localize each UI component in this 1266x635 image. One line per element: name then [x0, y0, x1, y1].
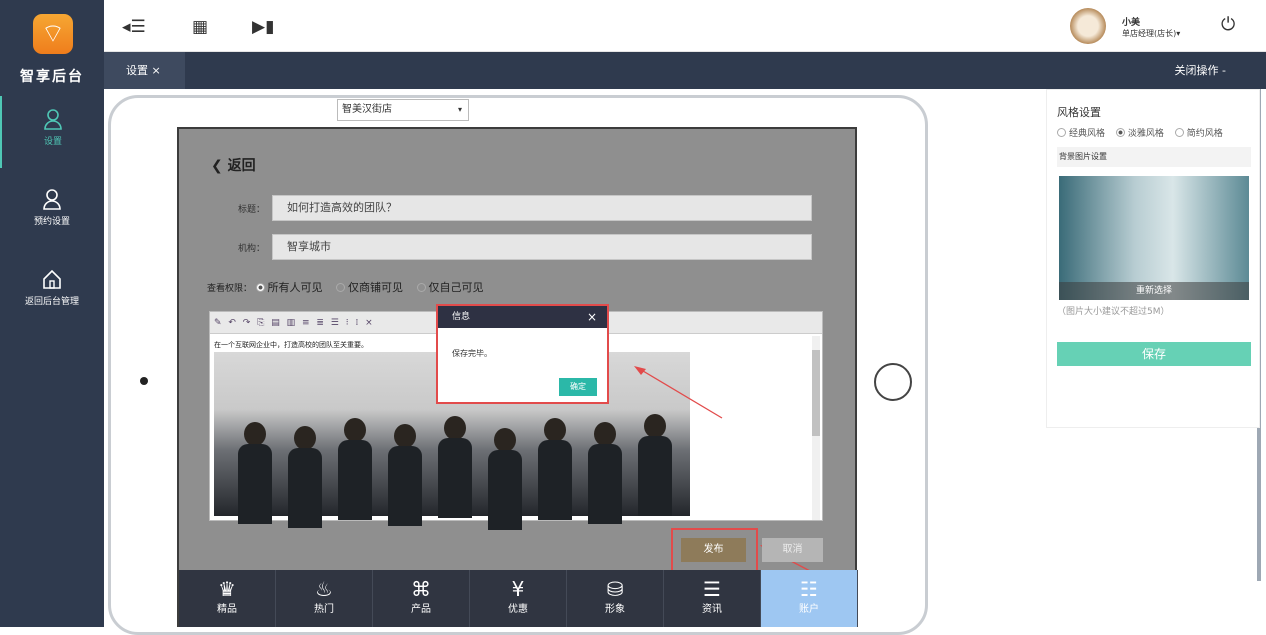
user-icon — [43, 189, 61, 210]
store-select-value: 智美汉街店 — [342, 104, 392, 115]
sidebar-item-label: 返回后台管理 — [24, 297, 79, 307]
store-icon: ⛁ — [606, 577, 624, 601]
tablet-home-button — [874, 363, 912, 401]
radio-self[interactable] — [416, 283, 426, 292]
chevron-down-icon: ▾ — [457, 105, 462, 114]
tab-settings[interactable]: 设置 × — [104, 52, 185, 89]
avatar[interactable] — [1070, 8, 1106, 44]
permission-option-all: 所有人可见 — [267, 281, 323, 294]
nav-label: 资讯 — [702, 604, 722, 615]
style-classic: 经典风格 — [1069, 129, 1106, 139]
brand-name: 智享后台 — [20, 69, 84, 85]
background-image: 重新选择 — [1059, 176, 1249, 300]
title-input[interactable]: 如何打造高效的团队？ — [272, 195, 812, 221]
cancel-button[interactable]: 取消 — [762, 538, 823, 562]
user-icon — [44, 109, 62, 130]
sidebar-item-back-admin[interactable]: 返回后台管理 — [0, 256, 104, 328]
org-input[interactable]: 智享城市 — [272, 234, 812, 260]
nav-products[interactable]: ⌘ 产品 — [373, 570, 470, 627]
video-icon[interactable]: ▶▮ — [252, 17, 274, 37]
permission-row: 查看权限： 所有人可见 仅商铺可见 仅自己可见 — [207, 279, 484, 295]
editor-text: 在一个互联网企业中，打造高校的团队至关重要。 — [214, 341, 368, 349]
radio-simple[interactable] — [1174, 128, 1184, 137]
nav-account[interactable]: ☷ 账户 — [761, 570, 858, 627]
fire-icon: ♨ — [315, 577, 333, 601]
radio-elegant[interactable] — [1115, 128, 1125, 137]
store-select[interactable]: 智美汉街店 ▾ — [337, 99, 469, 121]
style-options: 经典风格 淡雅风格 简约风格 — [1057, 126, 1223, 139]
radio-classic[interactable] — [1057, 128, 1066, 137]
style-simple: 简约风格 — [1186, 129, 1223, 139]
style-elegant: 淡雅风格 — [1127, 129, 1164, 139]
tab-bar: 设置 × 关闭操作 - — [104, 52, 1266, 89]
title-label: 标题： — [237, 205, 265, 215]
nav-label: 热门 — [314, 604, 334, 615]
sidebar-item-label: 预约设置 — [33, 217, 70, 227]
logo-icon: ⌔ — [33, 14, 73, 54]
sidebar-item-settings[interactable]: 设置 — [0, 96, 104, 168]
sidebar: ⌔ 智享后台 设置 预约设置 返回后台管理 — [0, 0, 104, 627]
nav-offers[interactable]: ¥ 优惠 — [470, 570, 567, 627]
publish-button[interactable]: 发布 — [681, 538, 746, 562]
user-name: 小美 — [1122, 18, 1141, 28]
save-button[interactable]: 保存 — [1057, 342, 1251, 366]
nav-label: 账户 — [799, 604, 819, 615]
sidebar-item-booking[interactable]: 预约设置 — [0, 176, 104, 248]
nav-label: 精品 — [217, 604, 237, 615]
back-link[interactable]: ❮ 返回 — [211, 155, 256, 175]
org-label: 机构： — [237, 244, 265, 254]
dialog-title: 信息 — [452, 312, 471, 322]
nav-news[interactable]: ☰ 资讯 — [664, 570, 761, 627]
nav-hot[interactable]: ♨ 热门 — [276, 570, 373, 627]
radio-all[interactable] — [255, 283, 265, 292]
user-role-dropdown[interactable]: 单店经理(店长)▾ — [1122, 28, 1180, 39]
close-operations-dropdown[interactable]: 关闭操作 - — [1175, 52, 1226, 89]
id-card-icon: ☷ — [800, 577, 818, 601]
close-icon[interactable]: × — [587, 306, 597, 328]
top-bar: ◂☰ ▦ ▶▮ 小美 单店经理(店长)▾ ⏻ — [104, 0, 1266, 52]
back-label: 返回 — [227, 158, 256, 174]
permission-option-shop: 仅商铺可见 — [348, 281, 404, 294]
panel-heading: 风格设置 — [1057, 106, 1101, 119]
bg-image-label: 背景图片设置 — [1057, 147, 1251, 167]
nav-image[interactable]: ⛁ 形象 — [567, 570, 664, 627]
grid-icon[interactable]: ▦ — [192, 17, 208, 37]
app-bottom-nav: ♛ 精品 ♨ 热门 ⌘ 产品 ¥ 优惠 ⛁ 形象 ☰ 资讯 ☷ 账户 — [179, 570, 858, 627]
nav-featured[interactable]: ♛ 精品 — [179, 570, 276, 627]
radio-shop[interactable] — [336, 283, 346, 292]
grid-icon: ⌘ — [411, 577, 431, 601]
document-icon: ☰ — [703, 577, 721, 601]
reselect-button[interactable]: 重新选择 — [1059, 282, 1249, 300]
nav-label: 形象 — [605, 604, 625, 615]
tablet-camera — [140, 377, 148, 385]
dialog-message: 保存完毕。 — [452, 349, 492, 358]
nav-label: 优惠 — [508, 604, 528, 615]
ticket-icon: ¥ — [511, 577, 525, 601]
size-hint: （图片大小建议不超过5M） — [1057, 307, 1170, 317]
crown-icon: ♛ — [218, 577, 236, 601]
nav-label: 产品 — [411, 604, 431, 615]
dialog-header: 信息 × — [438, 306, 607, 328]
permission-option-self: 仅自己可见 — [428, 281, 484, 294]
menu-collapse-icon[interactable]: ◂☰ — [122, 17, 146, 37]
permission-label: 查看权限： — [207, 284, 253, 294]
style-settings-panel: 风格设置 经典风格 淡雅风格 简约风格 背景图片设置 重新选择 （图片大小建议不… — [1046, 89, 1260, 428]
info-dialog: 信息 × 保存完毕。 确定 — [436, 304, 609, 404]
sidebar-item-label: 设置 — [43, 137, 62, 147]
arrow-head-icon — [634, 366, 646, 375]
toolbar-icons[interactable]: ✎ ↶ ↷ ⎘ ▤ ▥ ≡ ≣ ☰ ⁝ ⁞ × — [210, 318, 375, 328]
home-icon — [43, 269, 61, 289]
confirm-button[interactable]: 确定 — [559, 378, 597, 396]
power-icon[interactable]: ⏻ — [1221, 14, 1235, 35]
